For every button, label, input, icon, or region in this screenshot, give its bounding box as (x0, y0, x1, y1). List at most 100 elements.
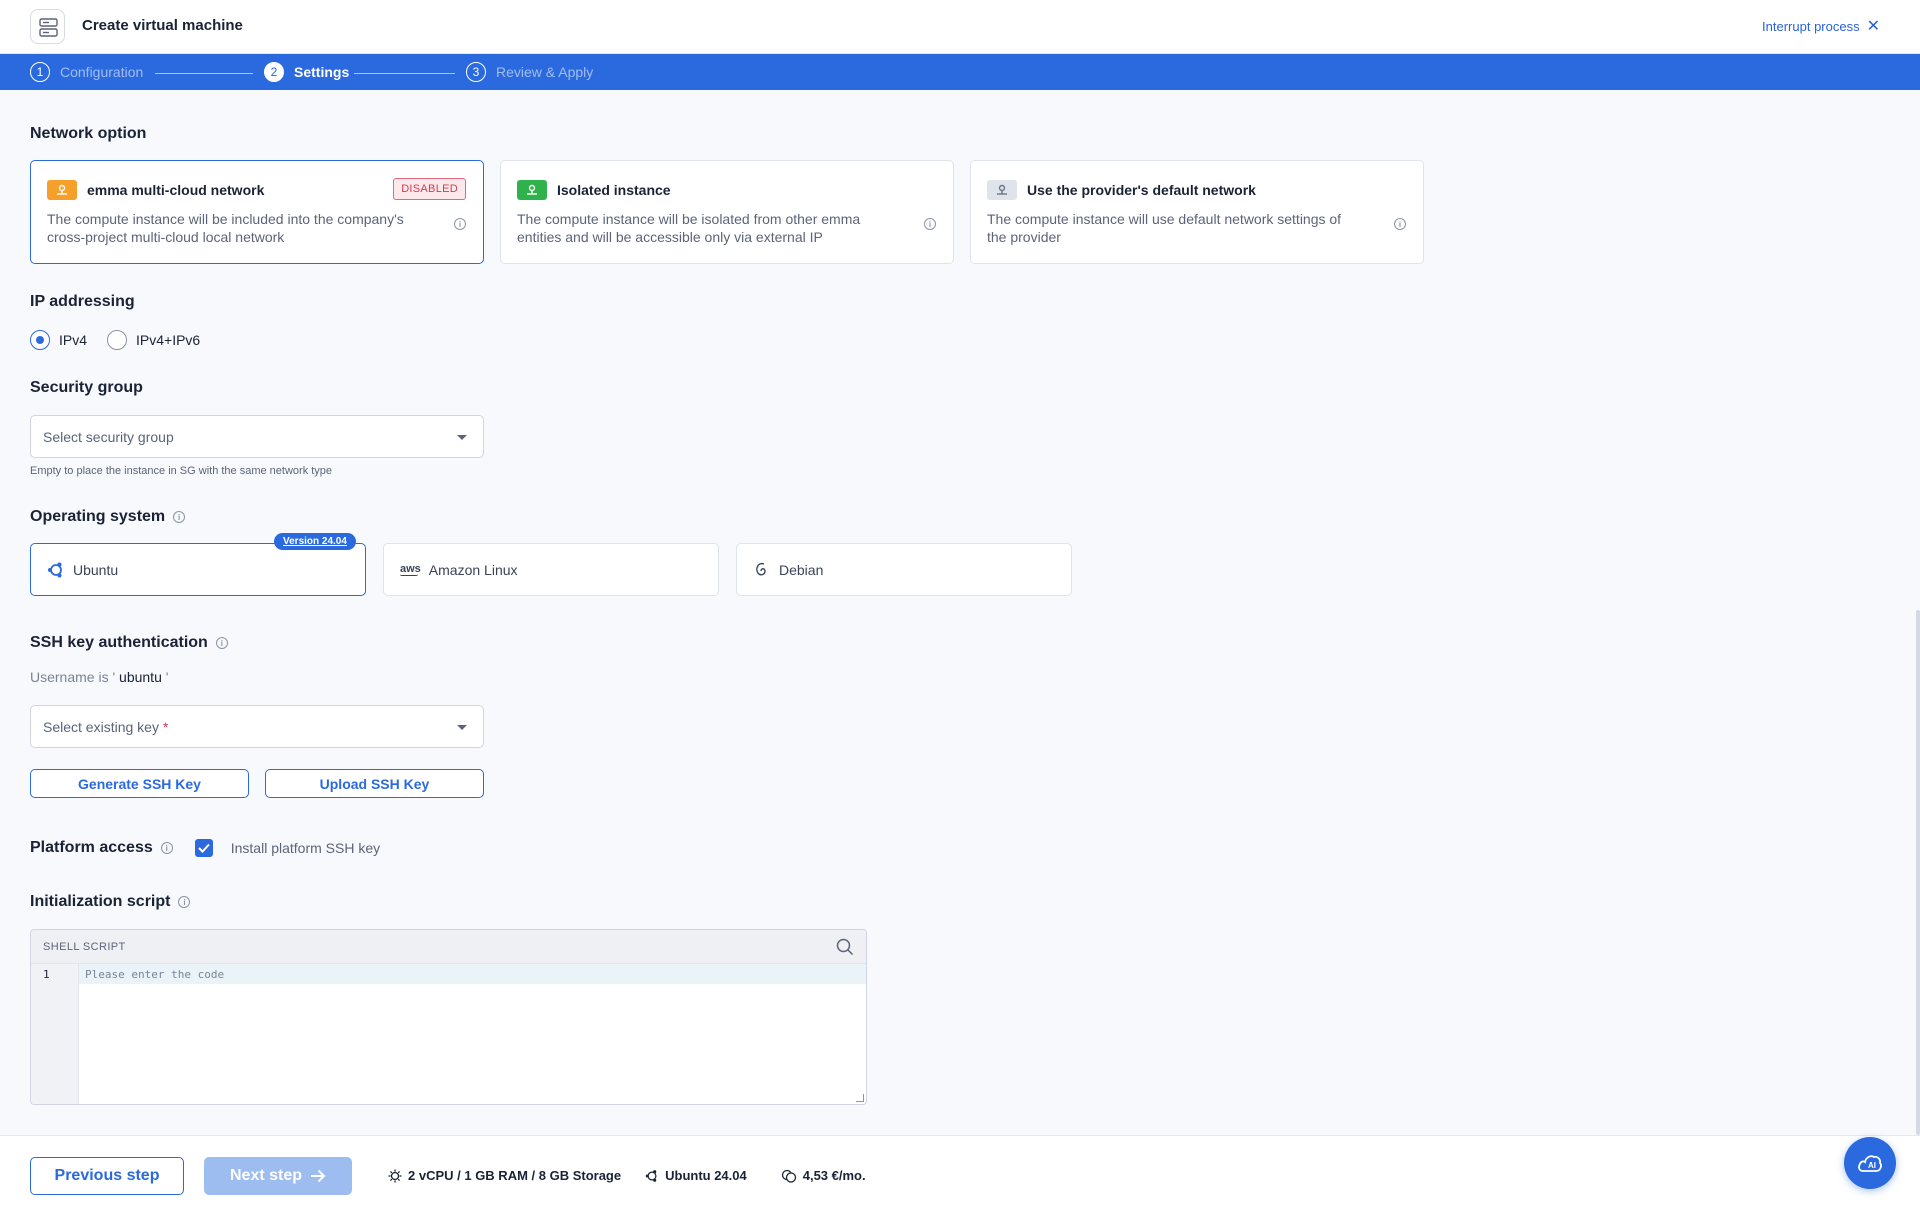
network-card-isolated[interactable]: Isolated instance The compute instance w… (500, 160, 954, 264)
network-card-title: emma multi-cloud network (87, 182, 265, 198)
network-option-heading: Network option (30, 125, 147, 142)
code-placeholder: Please enter the code (85, 968, 225, 981)
ip-radio-group: IPv4 IPv4+IPv6 (30, 330, 200, 350)
install-platform-ssh-key-checkbox[interactable] (194, 839, 213, 857)
ubuntu-icon (48, 562, 62, 577)
info-icon[interactable]: i (454, 218, 466, 230)
page-scrollbar[interactable] (1916, 610, 1920, 1135)
network-option-title: Network option (30, 125, 146, 143)
radio-ipv4-ipv6[interactable]: IPv4+IPv6 (107, 330, 200, 350)
step-settings[interactable]: 2 Settings (264, 62, 349, 82)
step-label: Settings (294, 64, 350, 80)
security-group-select[interactable]: Select security group (30, 415, 484, 458)
platform-access-heading: Platform access (30, 839, 153, 856)
upload-ssh-key-button[interactable]: Upload SSH Key (265, 769, 484, 798)
username-hint: Username is ' ubuntu ' (30, 669, 168, 685)
stepper: 1 Configuration 2 Settings 3 Review & Ap… (0, 54, 1920, 90)
step-review-apply[interactable]: 3 Review & Apply (466, 62, 593, 82)
disabled-badge: DISABLED (393, 178, 466, 200)
network-card-description: The compute instance will be included in… (47, 211, 404, 245)
ip-addressing-title: IP addressing (30, 293, 135, 311)
os-label: Amazon Linux (428, 561, 518, 578)
ssh-key-placeholder: Select existing key (43, 719, 159, 735)
order-summary: 2 vCPU / 1 GB RAM / 8 GB Storage Ubuntu … (388, 1168, 866, 1183)
security-group-title: Security group (30, 379, 143, 397)
os-summary: Ubuntu 24.04 (665, 1168, 747, 1183)
operating-system-heading: Operating system (30, 508, 166, 525)
info-icon[interactable]: i (215, 637, 228, 649)
ssh-auth-heading: SSH key authentication (30, 634, 208, 651)
version-badge: Version 24.04 (274, 533, 356, 550)
step-configuration[interactable]: 1 Configuration (30, 62, 143, 82)
network-node-icon (47, 180, 77, 200)
caret-down-icon (457, 435, 467, 440)
step-label: Configuration (60, 64, 144, 80)
platform-access-row: Platform access i Install platform SSH k… (30, 839, 380, 857)
line-number: 1 (43, 968, 50, 981)
editor-header: SHELL SCRIPT (31, 930, 866, 964)
os-card-amazon-linux[interactable]: aws Amazon Linux (383, 543, 719, 596)
next-step-button[interactable]: Next step (204, 1157, 352, 1195)
ssh-key-select[interactable]: Select existing key * (30, 705, 484, 748)
caret-down-icon (457, 725, 467, 730)
network-card-provider-default[interactable]: Use the provider's default network The c… (970, 160, 1424, 264)
page-title: Create virtual machine (82, 17, 243, 34)
top-header: Create virtual machine Interrupt process… (0, 0, 1920, 54)
security-group-heading: Security group (30, 379, 143, 396)
radio-label: IPv4 (59, 332, 88, 348)
info-icon[interactable]: i (924, 218, 936, 230)
specs-summary: 2 vCPU / 1 GB RAM / 8 GB Storage (408, 1168, 622, 1183)
network-card-title: Isolated instance (557, 182, 671, 198)
svg-text:AI: AI (1868, 1161, 1876, 1170)
step-number: 1 (30, 62, 50, 82)
network-node-icon (987, 180, 1017, 200)
step-number: 2 (264, 62, 284, 82)
os-card-ubuntu[interactable]: Ubuntu (30, 543, 366, 596)
resize-handle[interactable] (856, 1094, 864, 1102)
select-placeholder: Select security group (43, 429, 174, 445)
info-icon[interactable]: i (173, 511, 186, 523)
network-node-icon (517, 180, 547, 200)
interrupt-label: Interrupt process (1762, 19, 1860, 34)
search-icon[interactable] (836, 938, 854, 956)
init-script-heading: Initialization script (30, 893, 171, 910)
radio-dot (30, 330, 50, 350)
cpu-icon (388, 1169, 402, 1182)
step-connector (155, 73, 253, 74)
interrupt-process-link[interactable]: Interrupt process ✕ (1762, 18, 1880, 34)
step-connector (354, 73, 455, 74)
info-icon[interactable]: i (178, 896, 191, 908)
radio-dot (107, 330, 128, 350)
ip-addressing-heading: IP addressing (30, 293, 135, 310)
previous-step-button[interactable]: Previous step (30, 1157, 184, 1195)
os-label: Ubuntu (73, 561, 119, 578)
aws-icon: aws (400, 562, 421, 576)
footer-bar: Previous step Next step 2 vCPU / 1 GB RA… (0, 1135, 1920, 1213)
debian-icon (756, 562, 766, 575)
select-placeholder: Select existing key * (43, 719, 168, 735)
checkbox-label: Install platform SSH key (230, 840, 381, 856)
code-editor[interactable]: SHELL SCRIPT 1 Please enter the code (30, 929, 867, 1105)
editor-language-label: SHELL SCRIPT (43, 941, 126, 953)
step-label: Review & Apply (496, 64, 594, 80)
arrow-right-icon (311, 1169, 326, 1183)
required-mark: * (162, 719, 169, 735)
radio-label: IPv4+IPv6 (136, 332, 201, 348)
os-label: Debian (779, 561, 824, 578)
generate-ssh-key-button[interactable]: Generate SSH Key (30, 769, 249, 798)
username-suffix: ' (161, 669, 169, 685)
step-number: 3 (466, 62, 486, 82)
network-card-multicloud[interactable]: emma multi-cloud network DISABLED The co… (30, 160, 484, 264)
radio-ipv4[interactable]: IPv4 (30, 330, 87, 350)
network-card-description: The compute instance will be isolated fr… (517, 211, 861, 245)
os-card-debian[interactable]: Debian (736, 543, 1072, 596)
info-icon[interactable]: i (1394, 218, 1406, 230)
next-step-label: Next step (229, 1167, 303, 1184)
ai-assistant-button[interactable]: AI (1844, 1137, 1896, 1189)
network-card-description: The compute instance will use default ne… (987, 211, 1342, 245)
server-icon (30, 9, 65, 44)
info-icon[interactable]: i (160, 842, 173, 854)
ai-assistant-icon: AI (1858, 1155, 1882, 1172)
network-card-title: Use the provider's default network (1027, 182, 1256, 198)
username-prefix: Username is ' (30, 669, 120, 685)
